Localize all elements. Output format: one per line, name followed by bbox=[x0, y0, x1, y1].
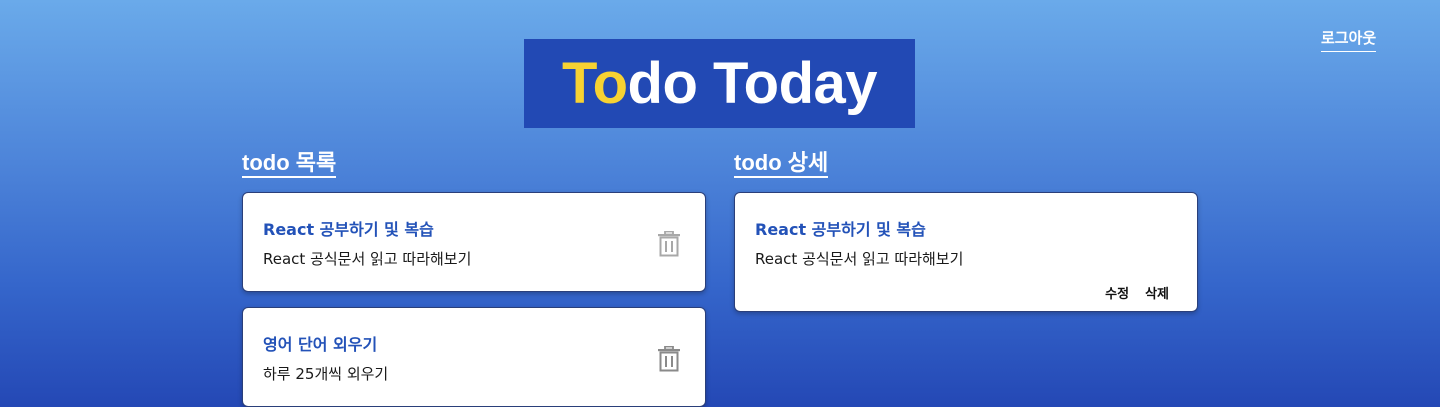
logo-accent-text: To bbox=[561, 50, 628, 116]
detail-description: React 공식문서 읽고 따라해보기 bbox=[755, 250, 964, 268]
todo-detail-card: React 공부하기 및 복습 React 공식문서 읽고 따라해보기 수정 삭… bbox=[734, 192, 1198, 312]
todo-item-title: 영어 단어 외우기 bbox=[263, 335, 378, 354]
detail-title: React 공부하기 및 복습 bbox=[755, 220, 926, 239]
delete-button[interactable]: 삭제 bbox=[1145, 287, 1169, 303]
logout-button[interactable]: 로그아웃 bbox=[1321, 28, 1377, 52]
todo-item-description: 하루 25개씩 외우기 bbox=[263, 365, 389, 383]
todo-detail-heading: todo 상세 bbox=[734, 150, 829, 178]
todo-list-heading: todo 목록 bbox=[242, 150, 337, 178]
todo-list-item[interactable]: 영어 단어 외우기 하루 25개씩 외우기 bbox=[242, 307, 706, 407]
logo-rest-text: do Today bbox=[627, 50, 878, 116]
todo-list-item[interactable]: React 공부하기 및 복습 React 공식문서 읽고 따라해보기 bbox=[242, 192, 706, 292]
app-logo: Todo Today bbox=[524, 39, 915, 128]
todo-item-description: React 공식문서 읽고 따라해보기 bbox=[263, 250, 472, 268]
todo-item-title: React 공부하기 및 복습 bbox=[263, 220, 434, 239]
trash-icon[interactable] bbox=[657, 231, 681, 257]
edit-button[interactable]: 수정 bbox=[1105, 287, 1129, 303]
logo-text: Todo Today bbox=[562, 54, 878, 113]
trash-icon[interactable] bbox=[657, 346, 681, 372]
detail-actions: 수정 삭제 bbox=[1105, 287, 1169, 303]
